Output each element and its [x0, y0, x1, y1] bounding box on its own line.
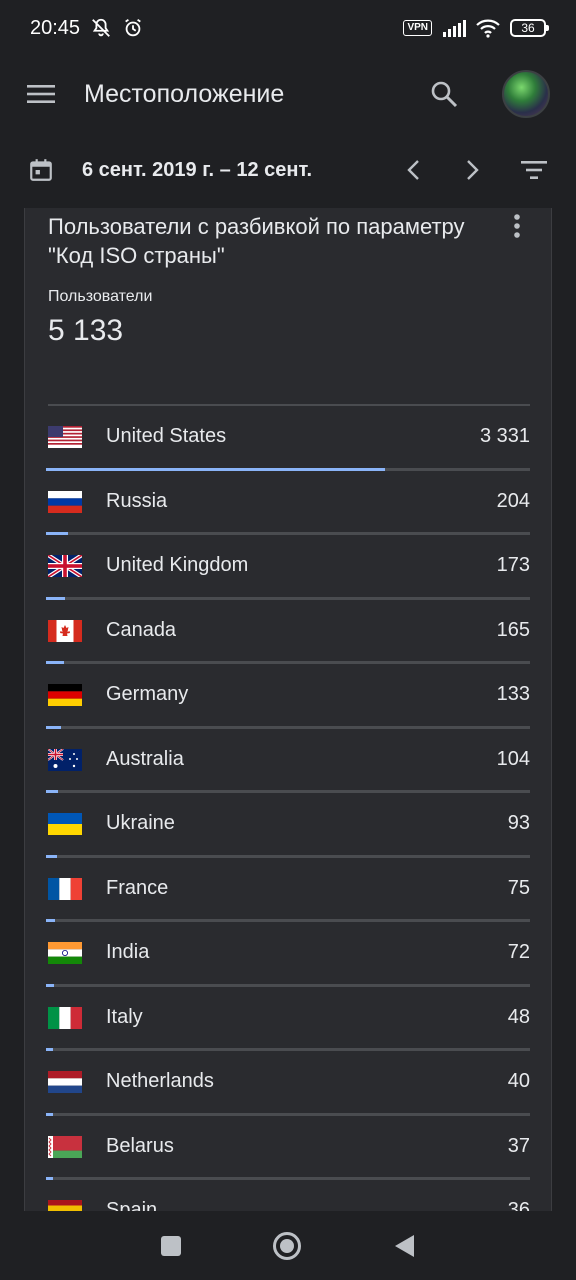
battery-indicator: 36	[510, 19, 549, 37]
country-name: Russia	[106, 489, 168, 512]
more-vert-icon[interactable]	[511, 212, 523, 242]
country-users-value: 204	[496, 489, 530, 512]
back-icon[interactable]	[392, 1233, 416, 1259]
metric-value: 5 133	[48, 314, 124, 347]
vpn-badge: VPN	[403, 20, 432, 36]
country-row[interactable]: Canada 165	[46, 600, 530, 664]
ca-flag-icon	[48, 619, 82, 642]
country-users-value: 48	[507, 1005, 530, 1028]
country-users-value: 93	[507, 812, 530, 834]
de-flag-icon	[48, 684, 82, 706]
country-users-value: 133	[496, 683, 530, 705]
country-name: Netherlands	[106, 1070, 214, 1092]
date-range-bar: 6 сент. 2019 г. – 12 сент.	[0, 132, 576, 208]
country-name: France	[106, 876, 169, 899]
country-users-value: 165	[496, 618, 530, 641]
filter-icon[interactable]	[520, 159, 548, 181]
page-title: Местоположение	[84, 79, 285, 108]
country-row[interactable]: Netherlands 40	[46, 1051, 530, 1116]
country-users-value: 173	[496, 554, 530, 576]
country-row[interactable]: France 75	[46, 858, 530, 922]
country-users-value: 104	[496, 747, 530, 770]
by-flag-icon	[48, 1135, 82, 1158]
status-bar: 20:45 VPN 36	[0, 0, 576, 56]
gb-flag-icon	[46, 553, 84, 579]
country-users-value: 36	[507, 1199, 530, 1211]
country-name: Germany	[106, 683, 189, 705]
country-name: Canada	[106, 618, 177, 641]
avatar[interactable]	[502, 70, 550, 118]
search-icon[interactable]	[430, 80, 458, 108]
country-row[interactable]: Russia 204	[46, 471, 530, 535]
metric-label: Пользователи	[48, 288, 153, 305]
chevron-left-icon[interactable]	[404, 158, 424, 182]
hamburger-menu-icon[interactable]	[26, 83, 56, 105]
country-row[interactable]: Germany 133	[46, 664, 530, 729]
country-users-value: 75	[507, 876, 530, 899]
app-bar: Местоположение	[0, 56, 576, 132]
it-flag-icon	[48, 1006, 82, 1029]
country-users-value: 72	[507, 941, 530, 963]
country-users-value: 37	[507, 1134, 530, 1157]
status-time: 20:45	[30, 16, 81, 39]
country-name: Australia	[106, 747, 184, 770]
country-row[interactable]: Spain 36	[48, 1180, 530, 1211]
fr-flag-icon	[48, 877, 82, 900]
card-title: Пользователи с разбивкой по параметру "К…	[48, 214, 465, 268]
country-row[interactable]: India 72	[46, 922, 530, 987]
country-name: India	[106, 941, 150, 963]
us-flag-icon	[48, 426, 82, 448]
country-row[interactable]: Ukraine 93	[46, 793, 530, 858]
system-nav-bar	[0, 1211, 576, 1280]
es-flag-icon	[48, 1200, 82, 1211]
ru-flag-icon	[48, 490, 82, 513]
country-name: Italy	[106, 1005, 143, 1028]
country-name: Belarus	[106, 1134, 174, 1157]
country-name: United States	[106, 425, 227, 447]
country-row[interactable]: United States 3 331	[46, 406, 530, 471]
country-users-value: 3 331	[479, 425, 530, 447]
country-name: Spain	[106, 1199, 158, 1211]
country-list: United States 3 331 Russia 204 United Kingdo…	[46, 406, 530, 1211]
ua-flag-icon	[48, 813, 82, 835]
wifi-icon	[476, 19, 500, 38]
chevron-right-icon[interactable]	[462, 158, 482, 182]
home-icon[interactable]	[272, 1231, 302, 1261]
country-users-card: Пользователи с разбивкой по параметру "К…	[24, 208, 552, 1211]
in-flag-icon	[48, 942, 82, 964]
country-row[interactable]: Belarus 37	[46, 1116, 530, 1180]
country-users-value: 40	[507, 1070, 530, 1092]
battery-level: 36	[521, 21, 535, 35]
country-name: Ukraine	[106, 812, 175, 834]
nl-flag-icon	[48, 1071, 82, 1093]
country-row[interactable]: Italy 48	[46, 987, 530, 1051]
signal-icon	[443, 20, 466, 37]
country-row[interactable]: Australia 104	[46, 729, 530, 793]
date-range-text[interactable]: 6 сент. 2019 г. – 12 сент.	[82, 159, 312, 182]
mute-icon	[92, 18, 110, 37]
alarm-icon	[125, 18, 141, 37]
country-name: United Kingdom	[106, 554, 249, 576]
country-row[interactable]: United Kingdom 173	[46, 535, 530, 600]
recents-icon[interactable]	[160, 1235, 182, 1257]
calendar-icon[interactable]	[28, 157, 54, 183]
au-flag-icon	[47, 747, 82, 771]
